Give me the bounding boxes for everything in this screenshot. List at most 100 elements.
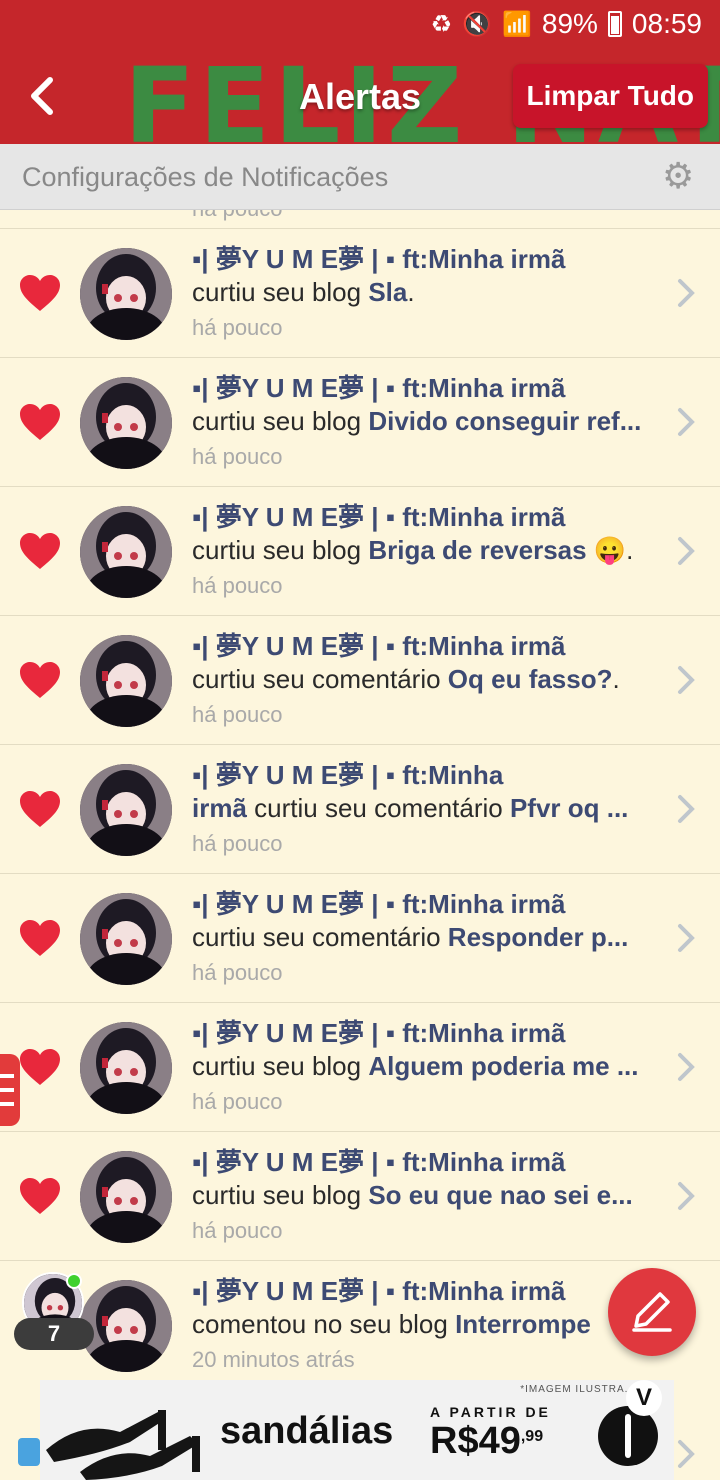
status-bar: ♻ 🔇 📶 89% 08:59 — [0, 0, 720, 52]
ad-headline: sandálias — [220, 1410, 394, 1452]
action-suffix: . — [407, 277, 415, 307]
recycle-icon: ♻ — [430, 10, 453, 38]
target-link[interactable]: Pfvr oq ... — [510, 793, 628, 823]
clock: 08:59 — [631, 8, 702, 39]
gear-icon[interactable]: ⚙ — [662, 158, 698, 194]
menu-line — [0, 1088, 14, 1092]
ad-price-cents: ,99 — [520, 1428, 544, 1445]
notification-row[interactable]: ▪| 夢Y U M E夢 | ▪ ft:Minha irmã curtiu se… — [0, 874, 720, 1003]
chevron-right-icon[interactable] — [676, 277, 696, 309]
heart-icon — [20, 533, 60, 569]
action-text: curtiu seu blog — [192, 1180, 369, 1210]
heart-icon — [20, 275, 60, 311]
menu-line — [0, 1102, 14, 1106]
notification-count-badge[interactable]: 7 — [14, 1318, 94, 1350]
target-link[interactable]: Divido conseguir ref... — [368, 406, 641, 436]
avatar[interactable] — [80, 764, 172, 856]
notification-settings-bar[interactable]: Configurações de Notificações ⚙ — [0, 144, 720, 210]
action-suffix: . — [612, 664, 620, 694]
chevron-right-icon[interactable] — [676, 1438, 696, 1470]
chevron-right-icon[interactable] — [676, 535, 696, 567]
timestamp: há pouco — [192, 831, 283, 856]
user-name[interactable]: ▪| 夢Y U M E夢 | ▪ ft:Minha irmã — [192, 888, 660, 920]
user-name[interactable]: ▪| 夢Y U M E夢 | ▪ ft:Minha irmã — [192, 1146, 660, 1178]
chevron-right-icon[interactable] — [676, 1180, 696, 1212]
heart-icon — [20, 662, 60, 698]
user-name[interactable]: ▪| 夢Y U M E夢 | ▪ ft:Minha irmã — [192, 1017, 660, 1049]
avatar[interactable] — [80, 506, 172, 598]
avatar[interactable] — [80, 1151, 172, 1243]
action-text: curtiu seu blog — [192, 535, 369, 565]
user-name[interactable]: ▪| 夢Y U M E夢 | ▪ ft:Minha irmã — [192, 372, 660, 404]
chevron-right-icon[interactable] — [676, 406, 696, 438]
user-name[interactable]: ▪| 夢Y U M E夢 | ▪ ft:Minha irmã — [192, 1275, 660, 1307]
avatar[interactable] — [80, 248, 172, 340]
target-link[interactable]: So eu que nao sei e... — [368, 1180, 632, 1210]
target-link[interactable]: Oq eu fasso? — [448, 664, 613, 694]
notification-row[interactable]: ▪| 夢Y U M E夢 | ▪ ft:Minha irmã curtiu se… — [0, 487, 720, 616]
ad-badge[interactable]: V — [626, 1380, 662, 1416]
avatar[interactable] — [80, 1022, 172, 1114]
compose-button[interactable] — [608, 1268, 696, 1356]
chevron-right-icon[interactable] — [676, 664, 696, 696]
timestamp: há pouco — [192, 573, 283, 598]
user-name-continued[interactable]: irmã — [192, 793, 247, 823]
timestamp: há pouco — [192, 315, 283, 340]
battery-percent: 89% — [541, 8, 598, 39]
side-menu-tab[interactable] — [0, 1054, 20, 1126]
heart-icon — [20, 1049, 60, 1085]
ad-price-label: A PARTIR DE — [430, 1404, 551, 1420]
action-text: curtiu seu comentário — [246, 793, 510, 823]
chevron-right-icon[interactable] — [676, 1051, 696, 1083]
action-suffix: 😛. — [586, 535, 634, 565]
action-text: curtiu seu comentário — [192, 922, 448, 952]
pencil-icon — [632, 1292, 672, 1332]
notification-row[interactable]: ▪| 夢Y U M E夢 | ▪ ft:Minha irmã curtiu se… — [0, 358, 720, 487]
timestamp: há pouco — [192, 1089, 283, 1114]
user-name[interactable]: ▪| 夢Y U M E夢 | ▪ ft:Minha — [192, 759, 660, 791]
user-name[interactable]: ▪| 夢Y U M E夢 | ▪ ft:Minha irmã — [192, 630, 660, 662]
mute-icon: 🔇 — [462, 10, 492, 38]
avatar[interactable] — [80, 635, 172, 727]
heart-icon — [20, 920, 60, 956]
action-text: curtiu seu comentário — [192, 664, 448, 694]
target-link[interactable]: Responder p... — [448, 922, 629, 952]
notification-row[interactable]: ▪| 夢Y U M E夢 | ▪ ft:Minha irmã curtiu se… — [0, 1132, 720, 1261]
ad-disclaimer: *IMAGEM ILUSTRA... — [520, 1384, 636, 1395]
action-text: curtiu seu blog — [192, 406, 369, 436]
notification-list[interactable]: há pouco ▪| 夢Y U M E夢 | ▪ ft:Minha irmã … — [0, 210, 720, 1380]
action-text: comentou no seu blog — [192, 1309, 456, 1339]
notification-row[interactable]: ▪| 夢Y U M E夢 | ▪ ft:Minha irmã curtiu se… — [0, 229, 720, 358]
target-link[interactable]: Sla — [368, 277, 407, 307]
app-header: FELIZ NATAL Alertas Limpar Tudo — [0, 52, 720, 144]
notification-settings-label: Configurações de Notificações — [22, 162, 389, 192]
timestamp: há pouco — [192, 960, 283, 985]
chevron-right-icon[interactable] — [676, 793, 696, 825]
heart-icon — [20, 404, 60, 440]
chevron-right-icon[interactable] — [676, 922, 696, 954]
action-text: curtiu seu blog — [192, 1051, 369, 1081]
partial-row-icon — [18, 1438, 40, 1466]
heart-icon — [20, 1178, 60, 1214]
avatar[interactable] — [80, 893, 172, 985]
partial-time: há pouco — [192, 210, 283, 222]
notification-row[interactable]: ▪| 夢Y U M E夢 | ▪ ft:Minha irmã curtiu se… — [0, 616, 720, 745]
clear-all-button[interactable]: Limpar Tudo — [512, 64, 708, 128]
avatar[interactable] — [80, 377, 172, 469]
heart-icon — [20, 791, 60, 827]
status-icons: ♻ 🔇 📶 89% 08:59 — [431, 8, 702, 40]
user-name[interactable]: ▪| 夢Y U M E夢 | ▪ ft:Minha irmã — [192, 501, 660, 533]
avatar[interactable] — [80, 1280, 172, 1372]
ad-price: R$49,99 — [430, 1420, 543, 1463]
ad-banner[interactable]: *IMAGEM ILUSTRA... sandálias A PARTIR DE… — [40, 1380, 674, 1480]
sandal-image — [46, 1410, 200, 1480]
notification-row[interactable]: ▪| 夢Y U M E夢 | ▪ ft:Minha irmã curtiu se… — [0, 1003, 720, 1132]
target-link[interactable]: Briga de reversas — [368, 535, 586, 565]
notification-row[interactable]: ▪| 夢Y U M E夢 | ▪ ft:Minha irmã curtiu se… — [0, 745, 720, 874]
timestamp: há pouco — [192, 444, 283, 469]
target-link[interactable]: Interrompe — [455, 1309, 591, 1339]
timestamp: 20 minutos atrás — [192, 1347, 355, 1372]
user-name[interactable]: ▪| 夢Y U M E夢 | ▪ ft:Minha irmã — [192, 243, 660, 275]
target-link[interactable]: Alguem poderia me ... — [368, 1051, 638, 1081]
timestamp: há pouco — [192, 702, 283, 727]
